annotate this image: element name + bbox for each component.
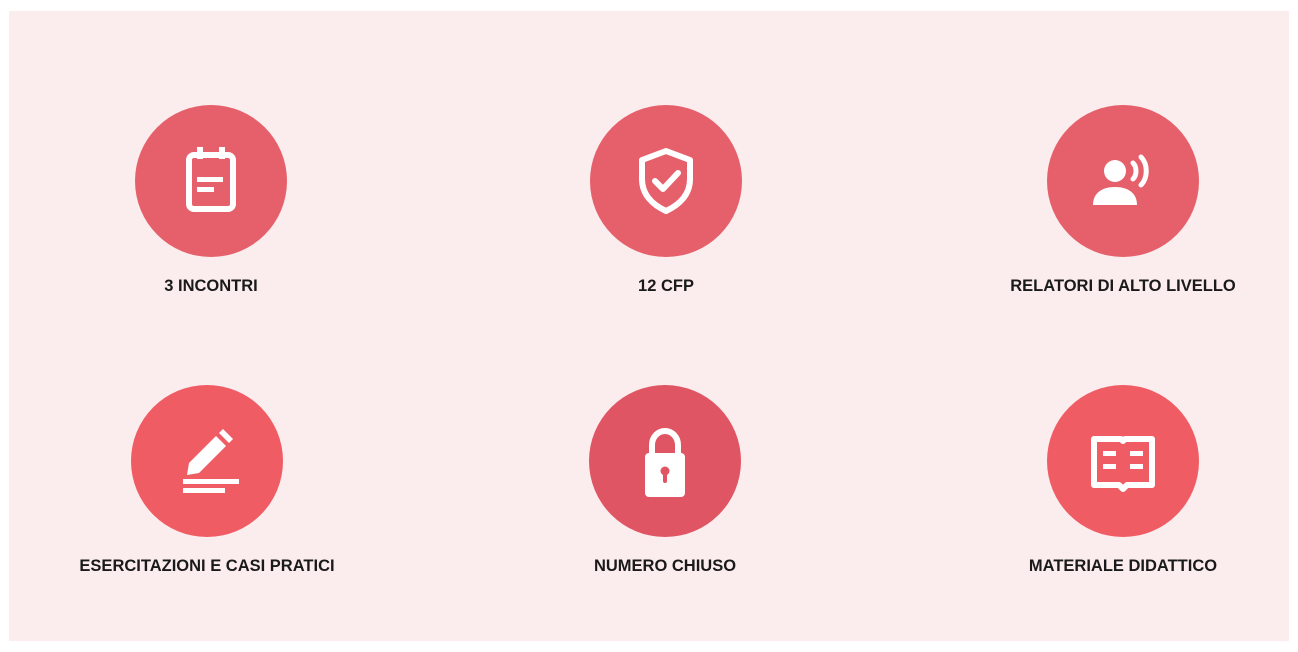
feature-icon-circle <box>1047 105 1199 257</box>
lock-icon <box>645 427 685 497</box>
feature-label: ESERCITAZIONI E CASI PRATICI <box>79 557 335 575</box>
feature-numero-chiuso: NUMERO CHIUSO <box>505 385 825 576</box>
feature-esercitazioni: ESERCITAZIONI E CASI PRATICI <box>47 385 367 576</box>
pencil-edit-icon <box>183 429 239 493</box>
feature-icon-circle <box>131 385 283 537</box>
feature-label: NUMERO CHIUSO <box>593 557 737 575</box>
feature-label: 12 CFP <box>638 277 694 295</box>
feature-label: MATERIALE DIDATTICO <box>1028 557 1218 575</box>
feature-icon-circle <box>589 385 741 537</box>
feature-cfp: 12 CFP <box>506 105 826 296</box>
open-book-icon <box>1091 436 1155 492</box>
feature-icon-circle <box>1047 385 1199 537</box>
feature-label: RELATORI DI ALTO LIVELLO <box>1010 277 1236 295</box>
shield-check-icon <box>639 148 693 214</box>
features-panel: 3 INCONTRI 12 CFP RELATORI DI ALTO LIVEL… <box>9 11 1289 641</box>
calendar-icon <box>186 147 236 212</box>
feature-incontri: 3 INCONTRI <box>51 105 371 296</box>
speaker-icon <box>1093 154 1149 205</box>
feature-relatori: RELATORI DI ALTO LIVELLO <box>963 105 1283 296</box>
feature-label: 3 INCONTRI <box>164 277 258 295</box>
feature-icon-circle <box>590 105 742 257</box>
feature-icon-circle <box>135 105 287 257</box>
feature-materiale-didattico: MATERIALE DIDATTICO <box>963 385 1283 576</box>
